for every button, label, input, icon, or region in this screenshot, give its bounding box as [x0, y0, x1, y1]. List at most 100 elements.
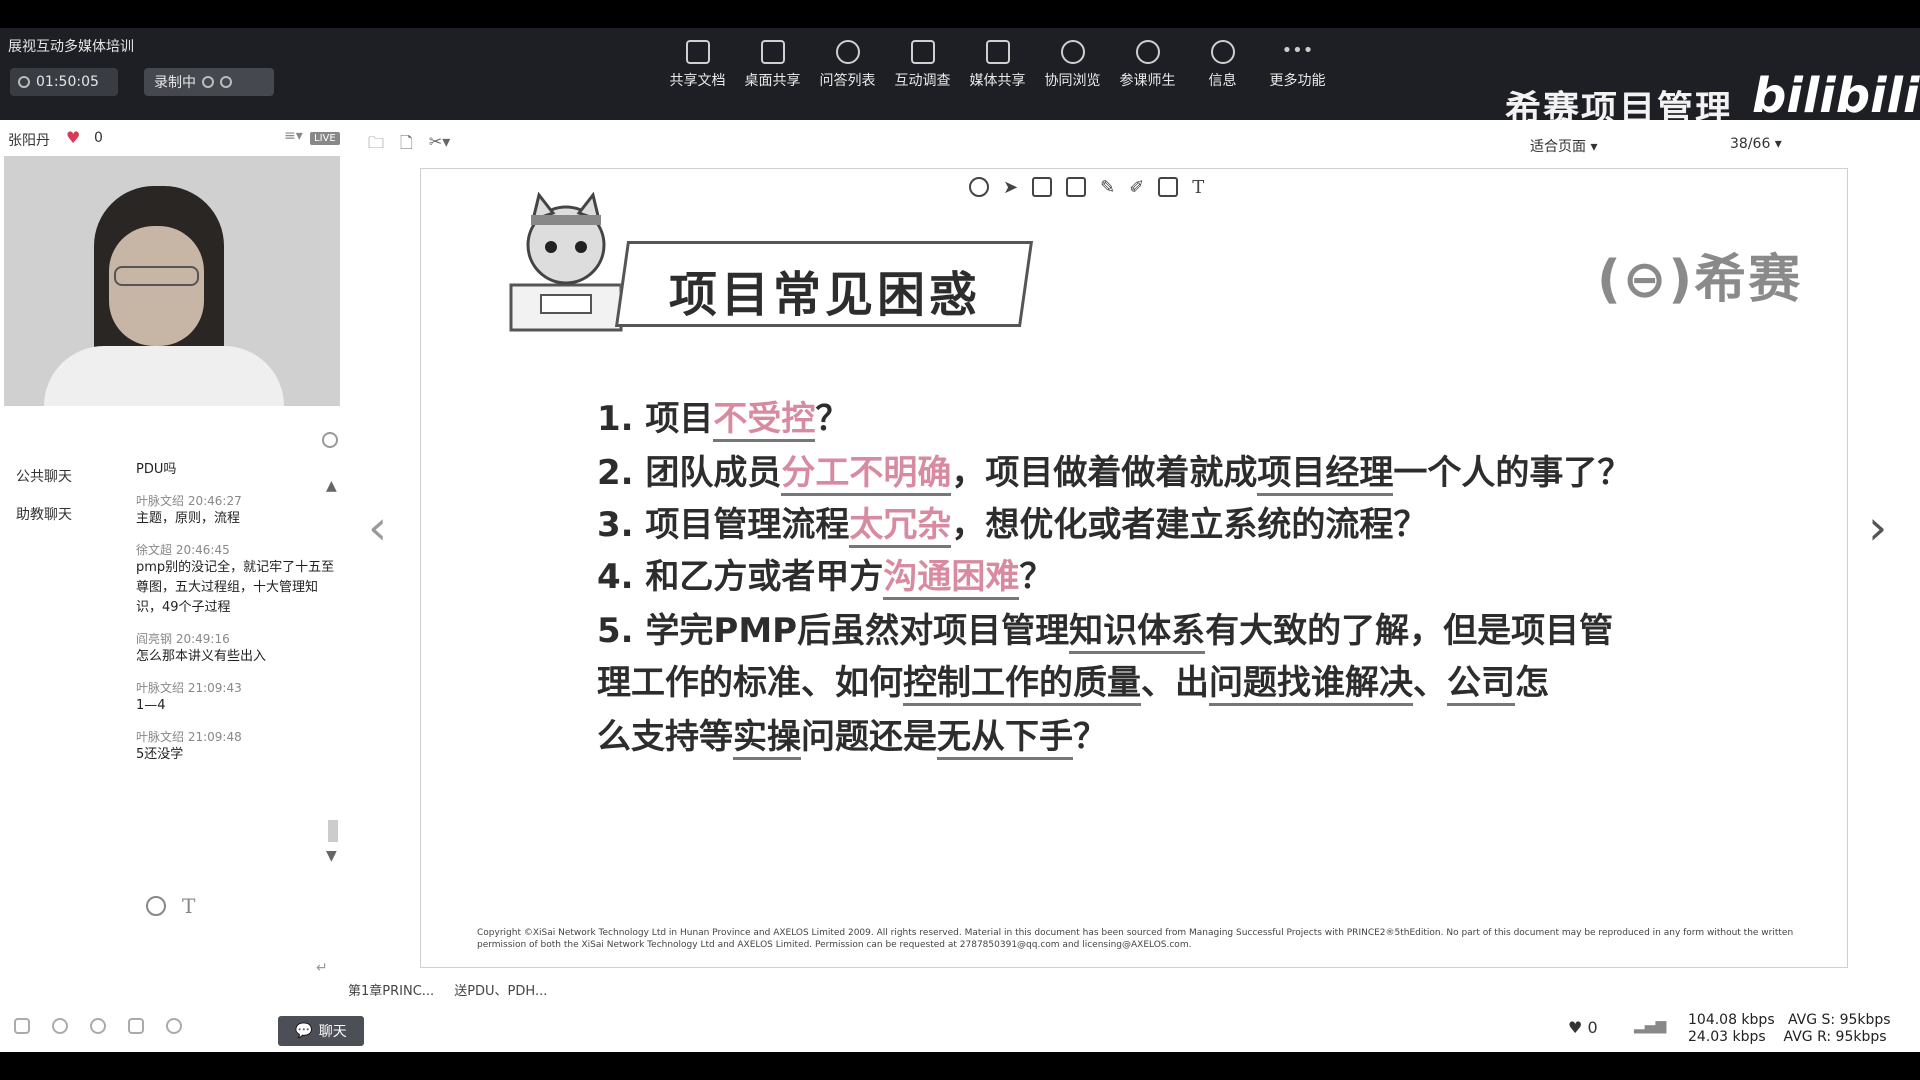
drawing-tools: ➤ ✎ ✐ T [969, 177, 1204, 198]
question-line: 4. 和乙方或者甲方沟通困难？ [597, 555, 1053, 600]
microphone-icon[interactable] [52, 1018, 68, 1034]
chat-button[interactable]: 💬 聊天 [278, 1016, 364, 1046]
speaker-icon[interactable] [14, 1018, 30, 1034]
main-toolbar: 共享文档 桌面共享 问答列表 互动调查 媒体共享 协同浏览 参课师生 信息 ••… [660, 40, 1335, 90]
scrollbar-thumb[interactable] [328, 820, 338, 842]
app-title: 展视互动多媒体培训 [8, 39, 134, 55]
camera-icon[interactable] [90, 1018, 106, 1034]
toolbar-share-doc[interactable]: 共享文档 [660, 40, 735, 90]
network-stats: 104.08 kbps AVG S: 95kbps 24.03 kbps AVG… [1688, 1012, 1891, 1045]
question-text: 么支持等 [597, 717, 733, 757]
question-text: 4. 和乙方或者甲方 [597, 557, 884, 597]
toolbar-co-browse[interactable]: 协同浏览 [1035, 40, 1110, 90]
question-text: 2. 团队成员 [597, 453, 782, 493]
question-line: 1. 项目不受控？ [597, 397, 849, 442]
document-tabs: 第1章PRINC... 送PDU、PDH... [348, 980, 547, 999]
copyright-notice: Copyright ©XiSai Network Technology Ltd … [477, 928, 1794, 950]
slide: ➤ ✎ ✐ T 项目常见困惑 (⊖)希赛 1. 项目不受控？ 2. 团队成员分工不… [420, 168, 1848, 968]
collapse-icon[interactable] [322, 432, 338, 448]
pointer-icon[interactable]: ➤ [1003, 177, 1018, 198]
tab-public-chat[interactable]: 公共聊天 [16, 466, 72, 486]
underlined-text: 问题找谁解决 [1209, 663, 1413, 706]
people-icon [1135, 40, 1160, 64]
underlined-text: 控制工作的质量 [903, 663, 1141, 706]
text-format-icon[interactable]: T [182, 894, 195, 918]
tab-assistant-chat[interactable]: 助教聊天 [16, 504, 72, 524]
highlighted-text: 太冗杂 [849, 505, 952, 548]
toolbar-qa-list[interactable]: 问答列表 [810, 40, 885, 90]
layout-icon[interactable] [128, 1018, 144, 1034]
session-timer: 01:50:05 [10, 68, 118, 96]
top-bar: 展视互动多媒体培训 01:50:05 录制中 共享文档 桌面共享 问答列表 互动… [0, 28, 1920, 130]
toolbar-more[interactable]: ••• 更多功能 [1260, 40, 1335, 90]
document-area: 🗀 🗋 ✂▾ 适合页面 ▾ 38/66 ▾ ➤ ✎ ✐ T 项目常见困惑 (⊖)… [278, 120, 1920, 1052]
chat-message: 徐文超 20:46:45 pmp别的没记全，就记牢了十五至尊图，五大过程组，十大管… [136, 543, 335, 615]
bar-chart-icon [910, 40, 935, 64]
clear-icon[interactable] [1066, 177, 1087, 197]
chat-message-list[interactable]: PDU吗 叶脉文绍 20:46:27 主题，原则，流程 徐文超 20:46:45 p… [136, 460, 336, 900]
highlighter-icon[interactable]: ✎ [1100, 177, 1115, 198]
file-icon[interactable]: 🗋 [400, 132, 413, 159]
timer-value: 01:50:05 [36, 74, 99, 90]
chat-message: 阎亮钢 20:49:16 怎么那本讲义有些出入 [136, 632, 267, 664]
toolbar-participants[interactable]: 参课师生 [1110, 40, 1185, 90]
question-line: 3. 项目管理流程太冗杂，想优化或者建立系统的流程？ [597, 503, 1427, 548]
recording-control[interactable]: 录制中 [144, 68, 274, 96]
bilibili-logo: bilibili [1752, 68, 1920, 124]
record-icon[interactable] [969, 177, 989, 197]
toolbar-media-share[interactable]: 媒体共享 [960, 40, 1035, 90]
question-text: 问题还是 [801, 717, 937, 757]
question-text: 3. 项目管理流程 [597, 505, 850, 545]
recording-label: 录制中 [154, 75, 196, 91]
page-indicator[interactable]: 38/66 ▾ [1730, 136, 1782, 152]
scroll-up-icon[interactable]: ▲ [326, 478, 337, 494]
question-text: ？ [1073, 717, 1107, 757]
toolbar-survey[interactable]: 互动调查 [885, 40, 960, 90]
settings-icon[interactable] [166, 1018, 182, 1034]
live-badge: LIVE [310, 132, 340, 145]
like-icon[interactable]: ♥ 0 [1568, 1018, 1598, 1037]
scissors-icon[interactable]: ✂▾ [429, 132, 450, 159]
question-line: 5. 学完PMP后虽然对项目管理知识体系有大致的了解，但是项目管 [597, 609, 1613, 654]
next-page-icon[interactable]: › [1868, 500, 1887, 556]
timer-icon [18, 76, 30, 88]
film-icon [985, 40, 1010, 64]
toolbar-info[interactable]: 信息 [1185, 40, 1260, 90]
question-line: 么支持等实操问题还是无从下手？ [597, 715, 1107, 760]
doc-tab-chapter1[interactable]: 第1章PRINC... [348, 980, 434, 999]
signal-icon: ▂▄▆ [1634, 1018, 1667, 1034]
like-count: 0 [94, 130, 103, 146]
stop-icon[interactable] [220, 76, 232, 88]
chat-message: 叶脉文绍 21:09:48 5还没学 [136, 730, 242, 762]
rectangle-icon[interactable] [1158, 177, 1179, 197]
emoji-icon[interactable] [146, 896, 166, 916]
pen-icon[interactable]: ✐ [1129, 177, 1144, 198]
scroll-down-icon[interactable]: ▼ [326, 848, 337, 864]
question-text: 一个人的事了？ [1393, 453, 1632, 493]
more-icon: ••• [1281, 40, 1314, 61]
underlined-text: 项目经理 [1257, 453, 1394, 496]
underlined-text: 知识体系 [1069, 611, 1206, 654]
desktop-icon [760, 40, 785, 64]
folder-icon[interactable]: 🗀 [368, 132, 384, 159]
presenter-video [4, 156, 340, 406]
text-tool-icon[interactable]: T [1192, 177, 1204, 198]
question-text: 1. 项目 [597, 399, 714, 439]
doc-tab-pdu[interactable]: 送PDU、PDH... [454, 980, 547, 999]
heart-icon[interactable]: ♥ [66, 128, 80, 147]
toolbar-desktop-share[interactable]: 桌面共享 [735, 40, 810, 90]
pause-icon[interactable] [202, 76, 214, 88]
fit-page-select[interactable]: 适合页面 ▾ [1530, 136, 1597, 156]
document-tools: 🗀 🗋 ✂▾ [368, 132, 450, 159]
underlined-text: 公司 [1447, 663, 1515, 706]
question-text: 、出 [1141, 663, 1209, 703]
highlighted-text: 沟通困难 [883, 557, 1020, 600]
qa-icon [835, 40, 860, 64]
bottom-controls [14, 1018, 182, 1034]
underlined-text: 实操 [733, 717, 801, 760]
send-icon[interactable]: ↵ [316, 960, 328, 976]
list-menu-icon[interactable]: ≡▾ [284, 128, 303, 144]
xisai-logo: (⊖)希赛 [1597, 250, 1803, 310]
prev-page-icon[interactable]: ‹ [368, 500, 387, 556]
eraser-icon[interactable] [1032, 177, 1053, 197]
